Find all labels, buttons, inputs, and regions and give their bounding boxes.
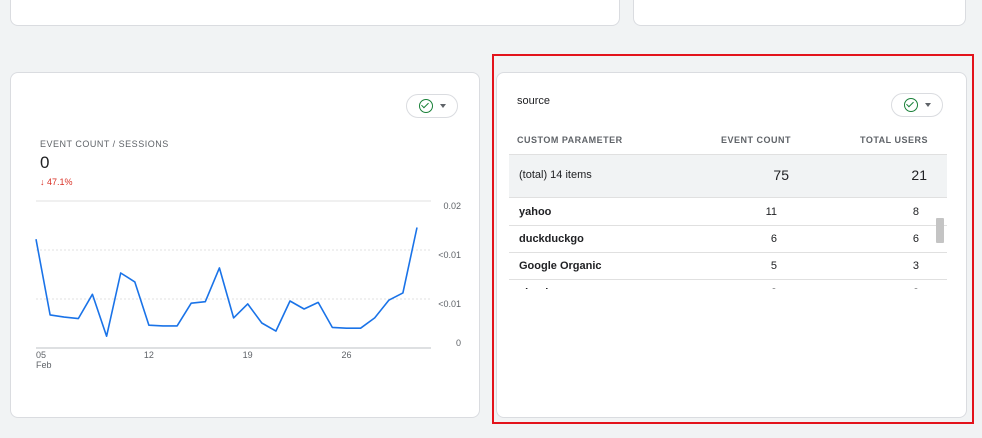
table-scrollbar[interactable] [936, 218, 944, 243]
table-title: source [517, 95, 551, 107]
y-tick-label: <0.01 [438, 250, 461, 260]
row-total-users: 6 [912, 233, 919, 245]
total-row: (total) 14 items 75 21 [509, 154, 947, 198]
y-tick-label: 0.02 [443, 201, 461, 211]
x-tick-label: 26 [341, 350, 351, 360]
column-header-total-users[interactable]: TOTAL USERS [860, 135, 928, 145]
row-name: yahoo [519, 206, 552, 218]
top-left-card [10, 0, 620, 26]
row-event-count: 11 [765, 206, 777, 218]
table-row[interactable]: yahoo 11 8 [509, 199, 947, 226]
y-tick-label: 0 [456, 338, 461, 348]
caret-down-icon [924, 103, 931, 107]
total-label: (total) 14 items [519, 169, 592, 181]
total-event-count: 75 [773, 167, 789, 183]
check-circle-icon [903, 98, 918, 112]
x-tick-label: Feb [36, 360, 52, 370]
table-row[interactable]: duckduckgo 6 6 [509, 226, 947, 253]
row-name: duckduckgo [519, 233, 584, 245]
table-body[interactable]: yahoo 11 8 duckduckgo 6 6 Google Organic… [509, 199, 947, 289]
total-users: 21 [911, 167, 927, 183]
row-event-count: 5 [770, 260, 777, 272]
line-chart[interactable]: 0.02 <0.01 <0.01 0 05Feb 12 19 26 [11, 73, 481, 419]
row-total-users: 8 [912, 206, 919, 218]
row-event-count: 6 [770, 233, 777, 245]
x-tick-label: 19 [243, 350, 253, 360]
column-header-custom-parameter[interactable]: CUSTOM PARAMETER [517, 135, 623, 145]
event-count-sessions-card: EVENT COUNT / SESSIONS 0 ↓ 47.1% 0.02 <0.… [10, 72, 480, 418]
table-row[interactable]: ebooks 3 2 [509, 280, 947, 289]
row-total-users: 2 [913, 287, 919, 289]
y-tick-label: <0.01 [438, 299, 461, 309]
source-table-card: source CUSTOM PARAMETER EVENT COUNT TOTA… [496, 72, 967, 418]
row-total-users: 3 [912, 260, 919, 272]
row-event-count: 3 [771, 287, 777, 289]
x-tick-label: 12 [144, 350, 154, 360]
row-name: Google Organic [519, 260, 602, 272]
x-tick-label: 05 [36, 350, 46, 360]
row-name: ebooks [519, 287, 558, 289]
top-right-card [633, 0, 966, 26]
table-row[interactable]: Google Organic 5 3 [509, 253, 947, 280]
data-quality-status-chip[interactable] [891, 93, 943, 117]
series-line [35, 227, 418, 338]
column-header-event-count[interactable]: EVENT COUNT [721, 135, 791, 145]
